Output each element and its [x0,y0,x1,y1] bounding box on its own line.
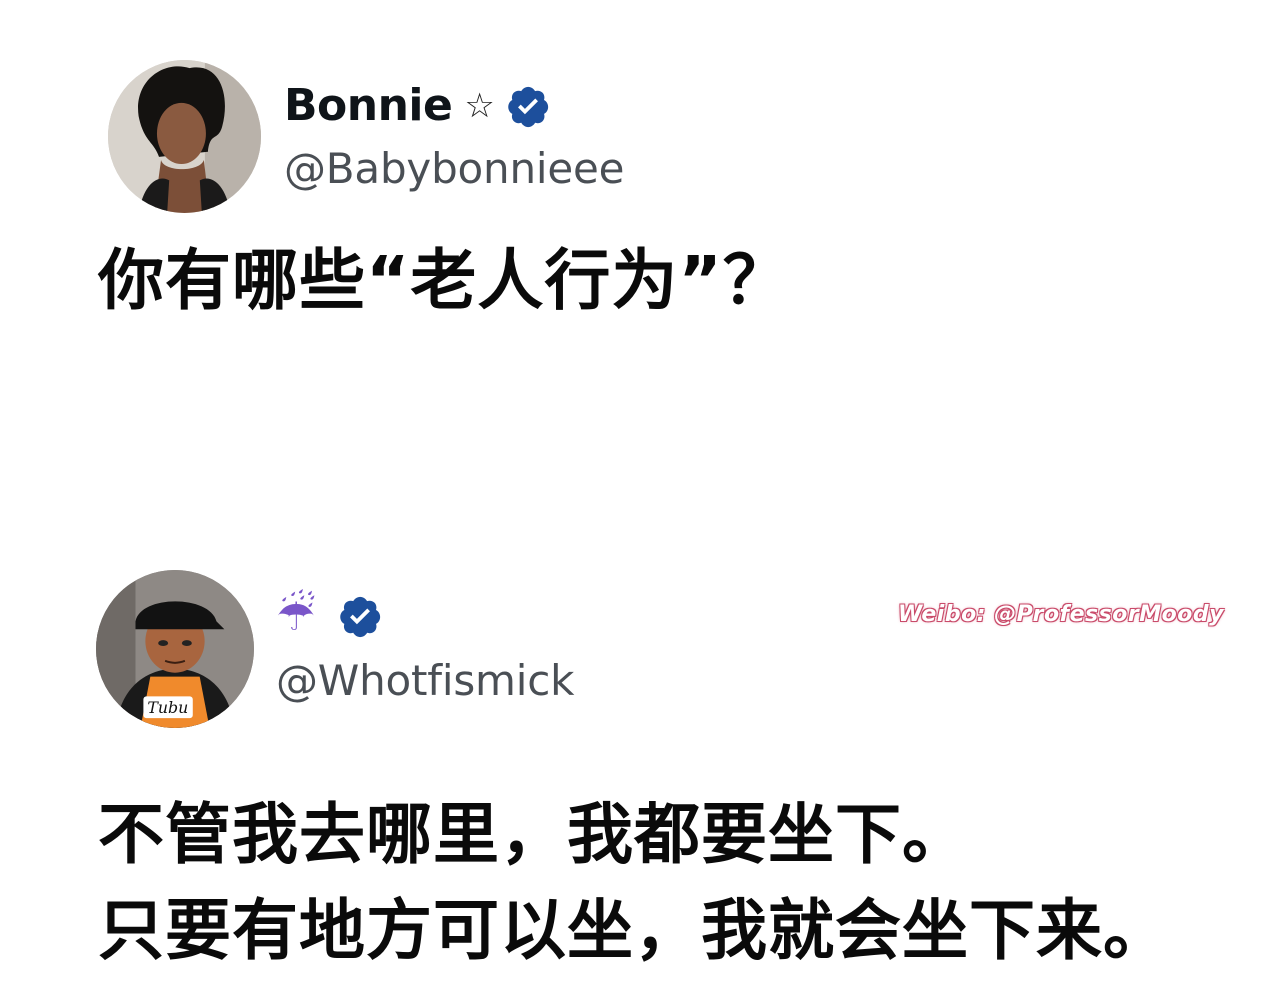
star-icon: ☆ [464,86,495,126]
user-handle[interactable]: @Whotfismick [276,660,574,702]
svg-text:Tubu: Tubu [147,698,188,717]
tweet-text-line-1: 不管我去哪里，我都要坐下。 [98,796,969,873]
verified-badge-icon [508,86,548,128]
display-name[interactable]: Bonnie [284,84,453,128]
umbrella-rain-icon[interactable]: ☔ [276,594,315,638]
screenshot-page: Bonnie ☆ @Babybonnieee 你有哪些“老人行为”？ Tubu … [0,0,1280,986]
cartoon-avatar-icon: Tubu [96,570,254,728]
avatar-whotfismick[interactable]: Tubu [96,570,254,728]
user-handle[interactable]: @Babybonnieee [284,148,624,190]
verified-badge-icon [340,596,381,638]
avatar-bonnie[interactable] [108,60,261,213]
author-name-row: ☔ [276,586,383,646]
author-name-row: Bonnie ☆ [284,78,551,134]
tweet-text: 你有哪些“老人行为”？ [98,242,790,319]
woman-portrait-icon [108,60,261,213]
watermark: Weibo: @ProfessorMoody [898,602,1224,627]
tweet-text-line-2: 只要有地方可以坐，我就会坐下来。 [98,892,1170,969]
